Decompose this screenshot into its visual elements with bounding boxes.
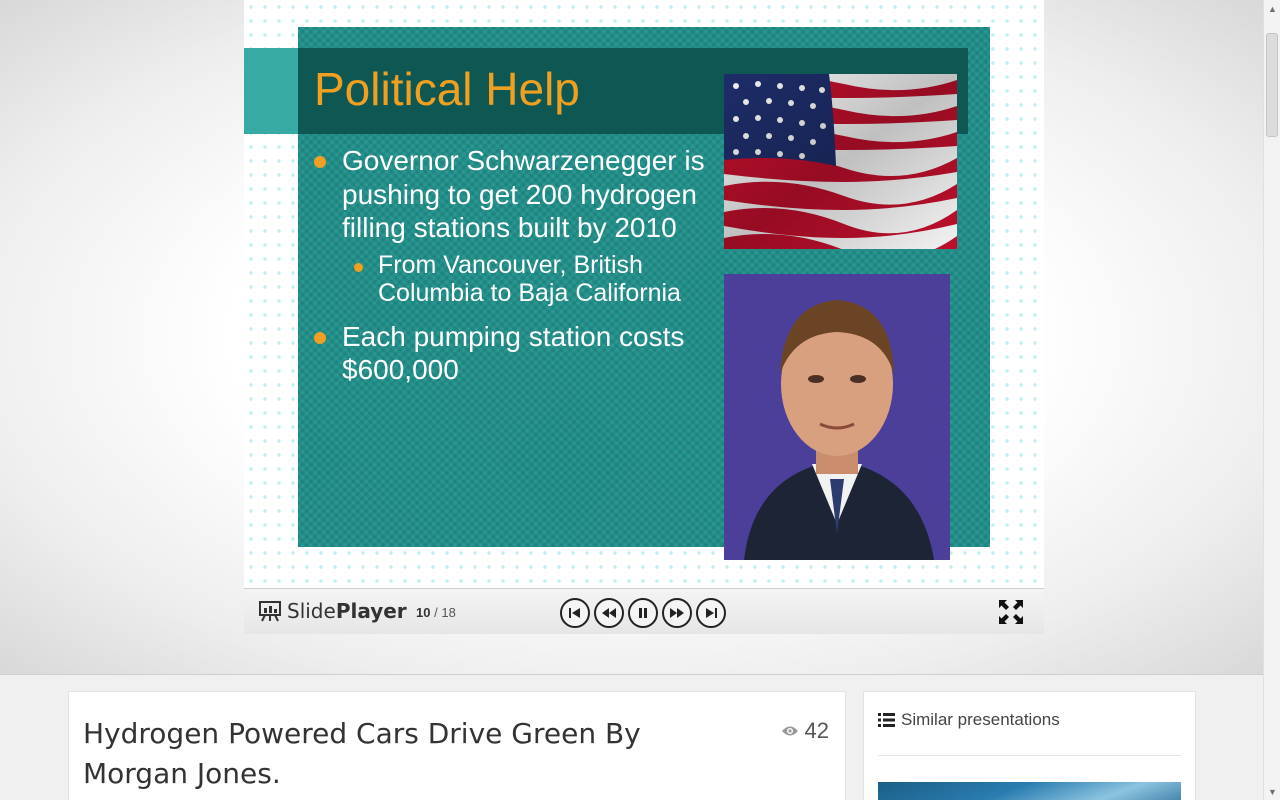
presentation-board-icon [259, 601, 281, 622]
last-slide-button[interactable] [696, 598, 726, 628]
previous-slide-button[interactable] [594, 598, 624, 628]
similar-presentation-thumbnail[interactable] [878, 782, 1181, 800]
counter-separator: / [434, 605, 438, 620]
us-flag-image [724, 74, 957, 249]
total-slides-number: 18 [441, 605, 456, 620]
skip-to-start-icon [569, 608, 580, 618]
presentation-title: Hydrogen Powered Cars Drive Green By Mor… [83, 717, 641, 790]
view-count-value: 42 [804, 718, 829, 743]
slide-counter: 10 / 18 [416, 605, 456, 620]
similar-presentations-heading: Similar presentations [901, 710, 1060, 729]
bullet-dot-icon [314, 156, 326, 168]
brand-name-part: Player [335, 599, 407, 623]
slide-frame[interactable]: Political Help Governor Schwarzenegger i… [244, 0, 1044, 588]
scrollbar-thumb[interactable] [1266, 33, 1278, 137]
current-slide-number: 10 [416, 605, 431, 620]
pause-icon [639, 608, 647, 618]
scroll-up-arrow-icon[interactable]: ▲ [1264, 0, 1280, 17]
slide-bullet: Each pumping station costs $600,000 [314, 320, 714, 387]
rewind-icon [602, 608, 616, 618]
similar-presentations-header: Similar presentations [878, 710, 1060, 730]
skip-to-end-icon [706, 608, 717, 618]
presentation-info-card: Hydrogen Powered Cars Drive Green By Mor… [68, 691, 846, 800]
slide-sub-bullet: From Vancouver, British Columbia to Baja… [314, 251, 714, 308]
bullet-dot-icon [354, 262, 363, 272]
first-slide-button[interactable] [560, 598, 590, 628]
fast-forward-icon [670, 608, 684, 618]
slide-player-stage: Political Help Governor Schwarzenegger i… [0, 0, 1263, 675]
pause-button[interactable] [628, 598, 658, 628]
slide-title: Political Help [314, 63, 580, 115]
slide-bullet-text: Each pumping station costs $600,000 [342, 320, 685, 386]
divider [878, 755, 1181, 756]
player-control-bar: Slide Player 10 / 18 [244, 588, 1044, 634]
slideplayer-logo[interactable]: Slide Player [258, 599, 407, 623]
scroll-down-arrow-icon[interactable]: ▼ [1264, 783, 1280, 800]
brand-name-part: Slide [287, 599, 336, 623]
view-count: 42 [781, 718, 829, 744]
next-slide-button[interactable] [662, 598, 692, 628]
fullscreen-icon[interactable] [998, 599, 1024, 625]
list-icon [878, 713, 895, 727]
slide-sub-bullet-text: From Vancouver, British Columbia to Baja… [378, 250, 681, 308]
eye-icon [781, 726, 798, 736]
bullet-dot-icon [314, 331, 326, 344]
slide-navigation [560, 598, 726, 628]
page-scrollbar[interactable]: ▲ ▼ [1263, 0, 1280, 800]
slide-bullet: Governor Schwarzenegger is pushing to ge… [314, 144, 714, 245]
governor-portrait-image [724, 274, 950, 560]
slide-accent-stripe [244, 48, 304, 134]
slide-bullet-text: Governor Schwarzenegger is pushing to ge… [342, 145, 705, 243]
slide-bullet-list: Governor Schwarzenegger is pushing to ge… [314, 144, 714, 393]
similar-presentations-card: Similar presentations [863, 691, 1196, 800]
